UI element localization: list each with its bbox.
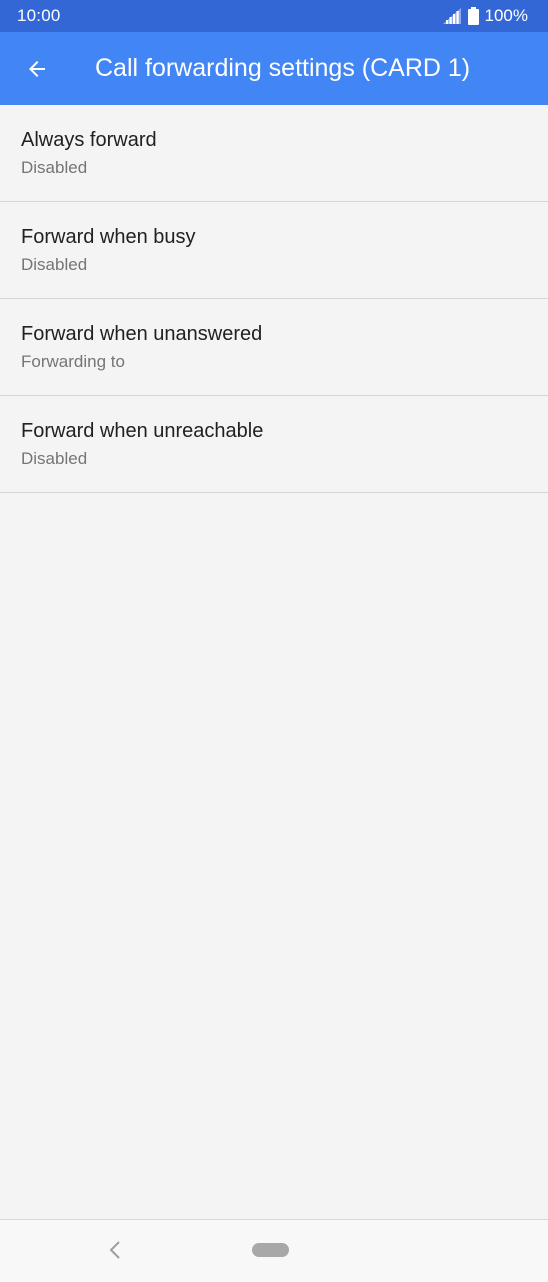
battery-icon — [467, 7, 479, 25]
list-item-status: Disabled — [21, 255, 88, 274]
status-bar: 10:00 100% — [0, 0, 548, 32]
list-item-status: Disabled — [21, 158, 88, 177]
list-item-title: Forward when unreachable — [21, 420, 264, 442]
status-time: 10:00 — [17, 6, 61, 25]
signal-icon — [442, 8, 461, 24]
arrow-back-icon — [29, 61, 45, 77]
list-item-status: Forwarding to — [21, 352, 125, 371]
back-button[interactable] — [20, 52, 54, 86]
list-item-title: Forward when unanswered — [21, 323, 263, 345]
navigation-bar — [0, 1219, 548, 1282]
list-item-always-forward[interactable]: Always forward Disabled — [0, 105, 548, 202]
list-item-title: Always forward — [21, 129, 157, 151]
forwarding-options-list: Always forward Disabled Forward when bus… — [0, 105, 548, 493]
status-icons: 100% — [442, 6, 528, 26]
page-title: Call forwarding settings (CARD 1) — [95, 54, 471, 82]
list-item-status: Disabled — [21, 449, 88, 468]
list-item-forward-when-busy[interactable]: Forward when busy Disabled — [0, 202, 548, 299]
list-item-forward-when-unreachable[interactable]: Forward when unreachable Disabled — [0, 396, 548, 493]
app-bar: Call forwarding settings (CARD 1) — [0, 32, 548, 105]
list-item-title: Forward when busy — [21, 226, 196, 248]
list-item-forward-when-unanswered[interactable]: Forward when unanswered Forwarding to — [0, 299, 548, 396]
nav-back-icon[interactable] — [104, 1238, 126, 1262]
battery-percentage: 100% — [484, 6, 528, 25]
home-pill-icon[interactable] — [252, 1243, 289, 1257]
